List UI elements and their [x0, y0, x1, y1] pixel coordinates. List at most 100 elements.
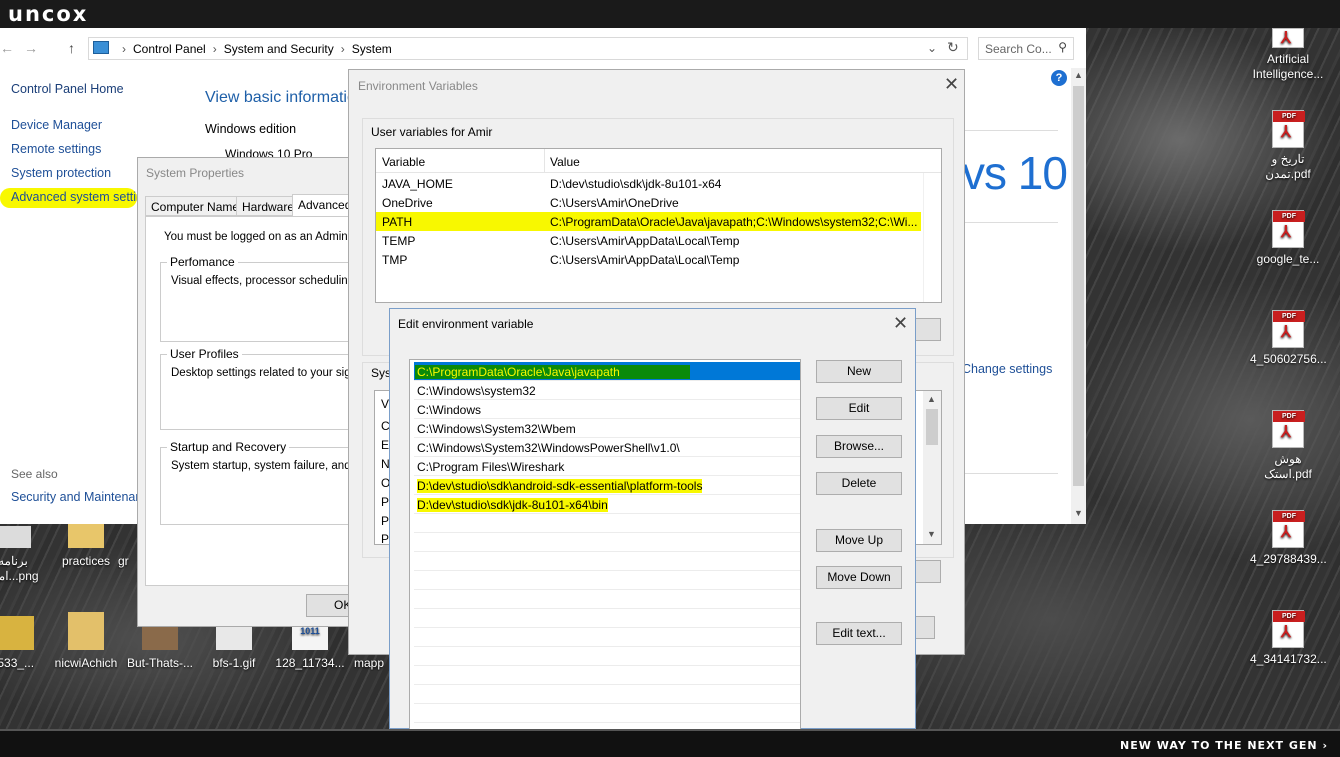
delete-button[interactable]: Delete — [816, 472, 902, 495]
back-arrow-icon[interactable]: ← — [0, 40, 14, 56]
dialog-title: Environment Variables — [358, 79, 478, 93]
list-item-empty[interactable] — [414, 685, 800, 704]
table-row[interactable]: OneDrive C:\Users\Amir\OneDrive — [376, 193, 921, 212]
list-item[interactable]: C:\Windows\system32 — [414, 381, 800, 400]
desktop-icon-pdf[interactable]: PDF ⅄ 4_50602756... — [1250, 310, 1327, 367]
close-icon[interactable]: ✕ — [893, 313, 908, 334]
pdf-icon: ⅄ — [1272, 28, 1304, 48]
list-item-empty[interactable] — [414, 666, 800, 685]
breadcrumb-item[interactable]: System and Security — [224, 42, 334, 56]
chevron-down-icon[interactable]: ▼ — [927, 529, 936, 539]
path-entries-list[interactable]: C:\ProgramData\Oracle\Java\javapath C:\W… — [409, 359, 801, 730]
desktop-icon-folder[interactable]: nicwiAchich — [48, 612, 124, 671]
scrollbar[interactable] — [923, 173, 941, 302]
variable-name: P — [381, 495, 390, 509]
list-item-empty[interactable] — [414, 533, 800, 552]
list-header: Variable Value — [376, 149, 941, 173]
group-text: System startup, system failure, and deb — [171, 460, 373, 472]
list-item-empty[interactable] — [414, 704, 800, 723]
breadcrumb-item[interactable]: Control Panel — [133, 42, 206, 56]
address-field[interactable]: › Control Panel › System and Security › Syste… — [88, 37, 968, 60]
list-item[interactable]: C:\Program Files\Wireshark — [414, 457, 800, 476]
desktop-icon-pdf[interactable]: ⅄ Artificial Intelligence... — [1250, 28, 1326, 82]
desktop-icon-pdf[interactable]: PDF ⅄ 4_34141732... — [1250, 610, 1327, 667]
up-arrow-icon[interactable]: ↑ — [68, 40, 75, 56]
path-entry: C:\Windows\System32\WindowsPowerShell\v1… — [417, 441, 680, 455]
scrollbar[interactable]: ▲ ▼ — [1071, 68, 1086, 524]
advanced-system-settings-link[interactable]: Advanced system settings — [11, 190, 156, 204]
desktop-icon-label: practices — [61, 554, 111, 568]
list-item-empty[interactable] — [414, 628, 800, 647]
list-item-empty[interactable] — [414, 552, 800, 571]
change-settings-link[interactable]: Change settings — [962, 362, 1052, 376]
column-header-variable[interactable]: Variable — [382, 155, 425, 169]
move-up-button[interactable]: Move Up — [816, 529, 902, 552]
user-profiles-group: User Profiles Desktop settings related t… — [160, 347, 370, 430]
chevron-right-icon: › — [340, 42, 345, 56]
table-row[interactable]: JAVA_HOME D:\dev\studio\sdk\jdk-8u101-x6… — [376, 174, 921, 193]
list-item-empty[interactable] — [414, 590, 800, 609]
desktop-icon-pdf[interactable]: PDF ⅄ google_te... — [1250, 210, 1326, 267]
group-label: User Profiles — [167, 347, 242, 361]
tab-computer-name[interactable]: Computer Name — [145, 196, 246, 216]
list-item-selected[interactable]: C:\ProgramData\Oracle\Java\javapath — [414, 362, 800, 381]
move-down-button[interactable]: Move Down — [816, 566, 902, 589]
desktop-icon-file[interactable]: 21533_... — [0, 616, 34, 671]
variable-value: C:\Users\Amir\AppData\Local\Temp — [550, 253, 740, 267]
user-variables-list[interactable]: Variable Value JAVA_HOME D:\dev\studio\s… — [375, 148, 942, 303]
scrollbar[interactable]: ▲ ▼ — [923, 391, 941, 544]
divider — [962, 473, 1058, 474]
help-icon[interactable]: ? — [1051, 70, 1067, 86]
scrollbar-thumb[interactable] — [926, 409, 938, 445]
system-protection-link[interactable]: System protection — [11, 166, 111, 180]
table-row-selected[interactable]: PATH C:\ProgramData\Oracle\Java\javapath… — [376, 212, 921, 231]
variable-name: TEMP — [382, 234, 416, 248]
pdf-icon: PDF ⅄ — [1272, 110, 1305, 148]
device-manager-link[interactable]: Device Manager — [11, 118, 102, 132]
list-item-empty[interactable] — [414, 609, 800, 628]
column-header-value[interactable]: Value — [550, 155, 580, 169]
list-item-empty[interactable] — [414, 514, 800, 533]
computer-icon — [93, 41, 109, 54]
list-item-empty[interactable] — [414, 571, 800, 590]
list-item[interactable]: D:\dev\studio\sdk\jdk-8u101-x64\bin — [414, 495, 800, 514]
search-input[interactable]: Search Co... ⚲ — [978, 37, 1074, 60]
desktop-icon-pdf[interactable]: PDF ⅄ تاریخ و تمدن.pdf — [1250, 110, 1326, 182]
edit-text-button[interactable]: Edit text... — [816, 622, 902, 645]
list-item[interactable]: C:\Windows — [414, 400, 800, 419]
pdf-icon: PDF ⅄ — [1272, 610, 1305, 648]
edit-button[interactable]: Edit — [816, 397, 902, 420]
new-button[interactable]: New — [816, 360, 902, 383]
chevron-down-icon[interactable]: ▼ — [1074, 508, 1083, 518]
desktop-icon-pdf[interactable]: PDF ⅄ هوش استک.pdf — [1250, 410, 1326, 482]
table-row[interactable]: TEMP C:\Users\Amir\AppData\Local\Temp — [376, 231, 921, 250]
variable-name: JAVA_HOME — [382, 177, 453, 191]
control-panel-home-link[interactable]: Control Panel Home — [11, 82, 124, 96]
desktop-icon-file[interactable]: برنامه امتح...png — [0, 526, 48, 584]
refresh-icon[interactable]: ↻ — [947, 39, 959, 56]
browse-button[interactable]: Browse... — [816, 435, 902, 458]
breadcrumb-item[interactable]: System — [352, 42, 392, 56]
list-item-empty[interactable] — [414, 647, 800, 666]
security-maintenance-link[interactable]: Security and Maintenance — [11, 490, 156, 504]
desktop-icon-label: Artificial Intelligence... — [1252, 52, 1324, 81]
scrollbar-thumb[interactable] — [1073, 86, 1084, 486]
pdf-icon: PDF ⅄ — [1272, 510, 1305, 548]
list-item[interactable]: D:\dev\studio\sdk\android-sdk-essential\… — [414, 476, 800, 495]
column-header-variable: V — [381, 397, 390, 411]
tab-panel: You must be logged on as an Administrato… — [145, 216, 383, 586]
forward-arrow-icon[interactable]: → — [24, 40, 38, 56]
chevron-up-icon[interactable]: ▲ — [927, 394, 936, 404]
chevron-down-icon[interactable]: ⌄ — [927, 41, 937, 55]
path-entry: C:\ProgramData\Oracle\Java\javapath — [415, 365, 690, 379]
list-item[interactable]: C:\Windows\System32\Wbem — [414, 419, 800, 438]
remote-settings-link[interactable]: Remote settings — [11, 142, 101, 156]
chevron-up-icon[interactable]: ▲ — [1074, 70, 1083, 80]
tab-hardware[interactable]: Hardware — [236, 196, 301, 216]
desktop-icon-folder[interactable]: practices — [48, 520, 124, 569]
desktop-icon-pdf[interactable]: PDF ⅄ 4_29788439... — [1250, 510, 1327, 567]
table-row[interactable]: TMP C:\Users\Amir\AppData\Local\Temp — [376, 250, 921, 269]
search-icon[interactable]: ⚲ — [1058, 40, 1067, 54]
close-icon[interactable]: ✕ — [944, 74, 959, 95]
list-item[interactable]: C:\Windows\System32\WindowsPowerShell\v1… — [414, 438, 800, 457]
